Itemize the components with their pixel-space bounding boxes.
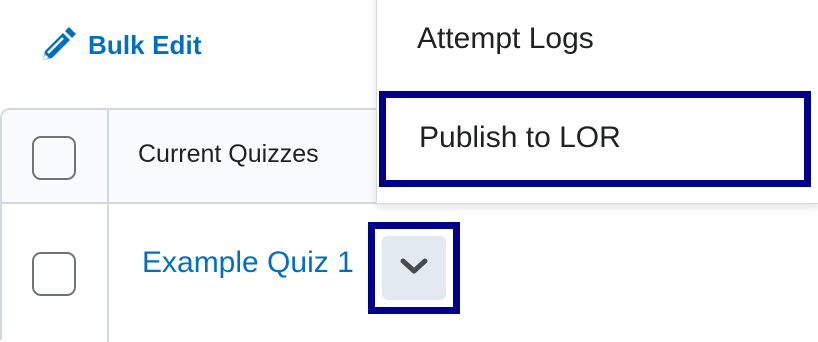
quiz-title-link[interactable]: Example Quiz 1 bbox=[142, 246, 354, 280]
quiz-actions-button[interactable] bbox=[368, 222, 460, 314]
pencil-icon bbox=[38, 25, 78, 65]
column-divider bbox=[107, 110, 109, 342]
bulk-edit-label: Bulk Edit bbox=[88, 29, 202, 60]
bulk-edit-button[interactable]: Bulk Edit bbox=[38, 22, 202, 68]
menu-item-publish-to-lor[interactable]: Publish to LOR bbox=[379, 91, 811, 187]
menu-item-attempt-logs[interactable]: Attempt Logs bbox=[377, 1, 818, 81]
column-header-current-quizzes: Current Quizzes bbox=[138, 140, 319, 168]
chevron-down-icon bbox=[399, 256, 429, 281]
select-all-checkbox[interactable] bbox=[32, 136, 76, 180]
quiz-actions-menu: Attempt Logs Publish to LOR bbox=[376, 0, 818, 204]
row-select-checkbox[interactable] bbox=[32, 252, 76, 296]
